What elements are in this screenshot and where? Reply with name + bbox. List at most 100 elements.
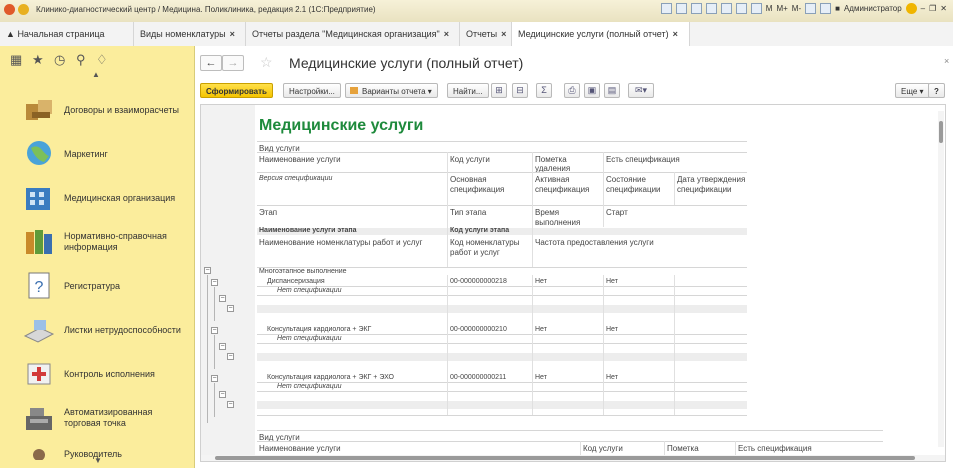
sum-icon[interactable]: Σ	[536, 83, 552, 98]
close-tab-icon[interactable]: ×	[230, 29, 235, 39]
user-icon: ■	[835, 4, 840, 13]
sidebar-item-medical-organization[interactable]: Медицинская организация	[0, 176, 194, 220]
find-button[interactable]: Найти...	[447, 83, 489, 98]
row-collapse-toggle[interactable]: −	[219, 343, 226, 350]
sidebar-item-contracts[interactable]: Договоры и взаиморасчеты	[0, 88, 194, 132]
tabs-bar: ▲ Начальная страница Виды номенклатуры × …	[0, 22, 953, 47]
sidebar-item-registry[interactable]: ? Регистратура	[0, 264, 194, 308]
sidebar-item-label: Нормативно-справочная информация	[64, 231, 167, 252]
main-menu-icon[interactable]	[18, 4, 29, 15]
tab-reports[interactable]: Отчеты ×	[460, 22, 512, 46]
header-stage: Этап	[259, 208, 278, 217]
minimize-icon[interactable]: –	[921, 4, 925, 13]
horizontal-scroll-thumb[interactable]	[215, 456, 915, 460]
more-button[interactable]: Еще ▾	[895, 83, 930, 98]
home-icon: ▲	[6, 29, 15, 39]
row-collapse-toggle[interactable]: −	[211, 327, 218, 334]
expand-groups-icon[interactable]: ⊞	[491, 83, 507, 98]
sidebar-item-label: Регистратура	[64, 280, 120, 291]
row-collapse-toggle[interactable]: −	[227, 401, 234, 408]
close-icon[interactable]: ✕	[940, 4, 947, 13]
group-label: Многоэтапное выполнение	[259, 268, 347, 275]
row-collapse-toggle[interactable]: −	[219, 295, 226, 302]
report-spreadsheet[interactable]: Медицинские услуги Вид услуги Наименован…	[200, 104, 946, 462]
gutter	[201, 105, 255, 461]
header-duration: Время выполнения	[535, 208, 581, 227]
apps-grid-icon[interactable]: ▦	[10, 52, 22, 68]
divider	[257, 141, 747, 142]
print-icon[interactable]	[675, 3, 687, 14]
star-icon[interactable]: ☆	[260, 54, 273, 71]
column-divider	[447, 275, 448, 415]
more-label: Еще	[901, 87, 918, 96]
print-icon[interactable]: ⎙	[564, 83, 580, 98]
variants-label: Варианты отчета	[362, 87, 426, 96]
row-collapse-toggle[interactable]: −	[227, 353, 234, 360]
notifications-icon[interactable]: ♢	[96, 52, 108, 68]
vertical-scrollbar[interactable]	[938, 111, 944, 447]
sidebar-item-execution-control[interactable]: Контроль исполнения	[0, 352, 194, 396]
calendar-icon[interactable]	[735, 3, 747, 14]
header-nomenclature-code: Код номенклатуры работ и услуг	[450, 238, 520, 257]
row-collapse-toggle[interactable]: −	[211, 279, 218, 286]
favorites-icon[interactable]: ★	[32, 52, 44, 68]
mail-menu-icon[interactable]: ✉▾	[628, 83, 654, 98]
row-has-spec: Нет	[606, 374, 618, 381]
restore-icon[interactable]: ❐	[929, 4, 936, 13]
close-tab-icon[interactable]: ×	[673, 29, 678, 39]
window-icon[interactable]	[820, 3, 832, 14]
scroll-up-icon[interactable]: ▲	[92, 70, 100, 79]
save-icon[interactable]	[660, 3, 672, 14]
row-collapse-toggle[interactable]: −	[227, 305, 234, 312]
memory-button[interactable]: M	[766, 4, 773, 13]
vertical-scroll-thumb[interactable]	[939, 121, 943, 143]
row-spec-note: Нет спецификации	[277, 383, 342, 390]
generate-button[interactable]: Сформировать	[200, 83, 273, 98]
column-divider	[603, 152, 604, 227]
memory-minus-button[interactable]: M-	[792, 4, 801, 13]
preview-icon[interactable]: ▣	[584, 83, 600, 98]
preview-icon[interactable]	[690, 3, 702, 14]
back-button[interactable]: ←	[200, 55, 222, 71]
sidebar-item-pos[interactable]: Автоматизированная торговая точка	[0, 396, 194, 440]
scroll-down-icon[interactable]: ▼	[94, 456, 102, 465]
group-collapse-toggle[interactable]: −	[204, 267, 211, 274]
group-line	[214, 287, 215, 321]
tab-label: Отчеты	[466, 29, 498, 39]
sidebar-item-sick-leave[interactable]: Листки нетрудоспособности	[0, 308, 194, 352]
history-icon[interactable]: ◷	[54, 52, 65, 68]
tab-home[interactable]: ▲ Начальная страница	[0, 22, 134, 46]
close-tab-icon[interactable]: ×	[501, 29, 506, 39]
copy-icon[interactable]	[705, 3, 717, 14]
paste-icon[interactable]	[720, 3, 732, 14]
search-icon[interactable]: ⚲	[76, 52, 86, 68]
sidebar-item-reference-info[interactable]: Нормативно-справочная информация	[0, 220, 194, 264]
row-spec-note: Нет спецификации	[277, 335, 342, 342]
user-name[interactable]: Администратор	[844, 4, 902, 13]
tab-section-reports[interactable]: Отчеты раздела "Медицинская организация"…	[246, 22, 460, 46]
group-line	[214, 383, 215, 417]
memory-plus-button[interactable]: M+	[776, 4, 787, 13]
report-variants-button[interactable]: Варианты отчета ▾	[345, 83, 438, 98]
row-collapse-toggle[interactable]: −	[219, 391, 226, 398]
divider	[257, 441, 883, 442]
sidebar-item-marketing[interactable]: Маркетинг	[0, 132, 194, 176]
search-icon[interactable]	[805, 3, 817, 14]
horizontal-scrollbar[interactable]	[201, 455, 945, 461]
variants-icon	[350, 87, 358, 94]
settings-button[interactable]: Настройки...	[283, 83, 341, 98]
books-icon	[26, 230, 52, 254]
row-collapse-toggle[interactable]: −	[211, 375, 218, 382]
info-icon[interactable]	[905, 3, 917, 14]
forward-button[interactable]: →	[222, 55, 244, 71]
tab-nomenclature-types[interactable]: Виды номенклатуры ×	[134, 22, 246, 46]
close-tab-icon[interactable]: ×	[444, 29, 449, 39]
collapse-groups-icon[interactable]: ⊟	[512, 83, 528, 98]
close-form-icon[interactable]: ×	[944, 56, 949, 66]
table-icon[interactable]	[750, 3, 762, 14]
tab-medical-services-report[interactable]: Медицинские услуги (полный отчет) ×	[512, 22, 690, 46]
header-frequency: Частота предоставления услуги	[535, 238, 654, 247]
help-button[interactable]: ?	[928, 83, 945, 98]
group-line	[214, 335, 215, 369]
save-icon[interactable]: ▤	[604, 83, 620, 98]
